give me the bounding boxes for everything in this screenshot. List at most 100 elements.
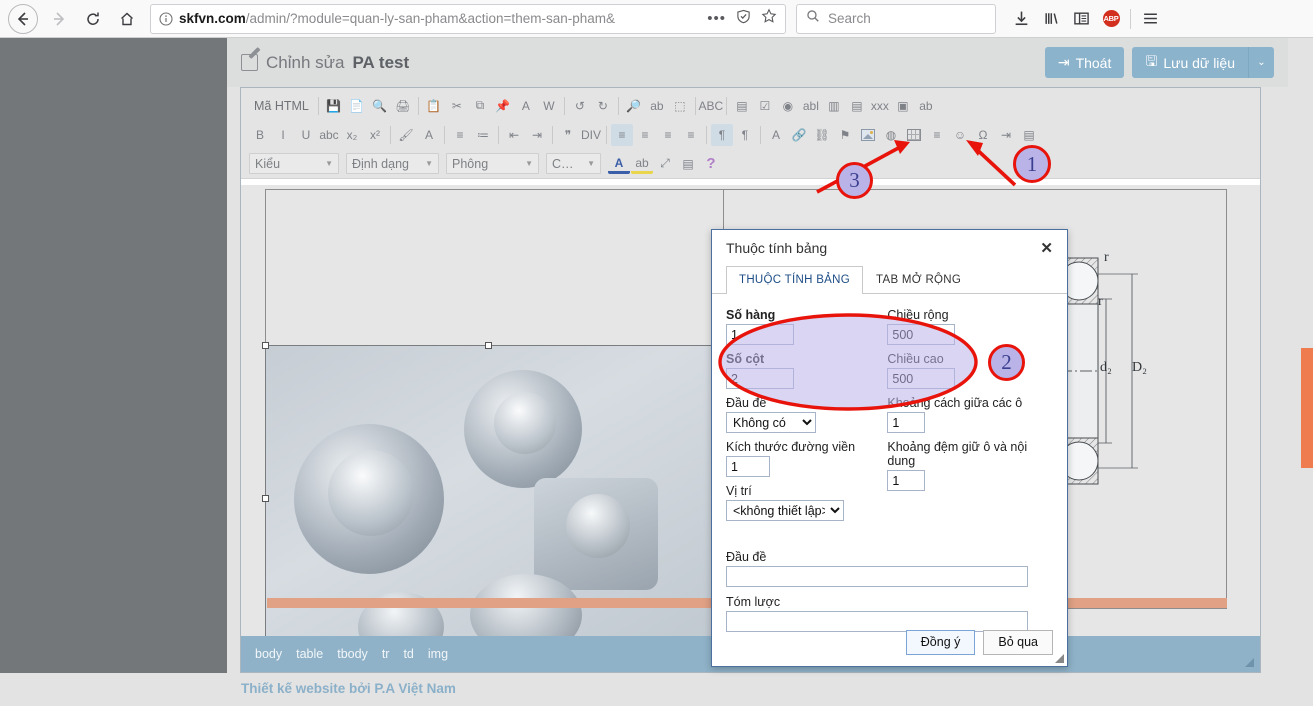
page-break-icon[interactable]: ⇥ (995, 124, 1017, 146)
back-arrow-icon[interactable] (8, 3, 38, 34)
flash-icon[interactable]: ◍ (880, 124, 902, 146)
templates-icon[interactable]: 📋 (423, 95, 445, 117)
path-item-table[interactable]: table (296, 647, 323, 661)
cellspacing-input[interactable] (887, 412, 926, 433)
format-select[interactable]: Định dạng ▼ (346, 153, 439, 174)
image-button-icon[interactable]: ▣ (892, 95, 914, 117)
spellcheck-icon[interactable]: ABC (699, 95, 724, 117)
bold-icon[interactable]: B (249, 124, 271, 146)
font-select[interactable]: Phông ▼ (446, 153, 539, 174)
path-item-td[interactable]: td (403, 647, 413, 661)
table-icon[interactable] (903, 124, 925, 146)
cols-input[interactable] (726, 368, 794, 389)
bg-color-icon[interactable]: ab (631, 155, 653, 174)
resize-handle-tc[interactable] (485, 342, 492, 349)
adblock-plus-icon[interactable]: ABP (1096, 4, 1126, 34)
exit-button[interactable]: ⇥ Thoát (1044, 47, 1125, 78)
source-button[interactable]: Mã HTML (249, 95, 314, 117)
create-div-icon[interactable]: DIV (580, 124, 602, 146)
width-input[interactable] (887, 324, 956, 345)
select-all-icon[interactable]: ⬚ (669, 95, 691, 117)
align-left-icon[interactable]: ≡ (611, 123, 633, 146)
tab-table-properties[interactable]: THUỘC TÍNH BẢNG (726, 266, 863, 294)
star-icon[interactable] (761, 8, 777, 29)
border-input[interactable] (726, 456, 770, 477)
maximize-icon[interactable]: ⤢ (654, 153, 676, 175)
dialog-titlebar[interactable]: Thuộc tính bảng ✕ (712, 230, 1067, 266)
justify-icon[interactable]: ≡ (680, 124, 702, 146)
unlink-icon[interactable]: ⛓ (811, 124, 833, 146)
cancel-button[interactable]: Bỏ qua (983, 629, 1053, 655)
path-item-tbody[interactable]: tbody (337, 647, 368, 661)
dialog-resize-grip[interactable] (1055, 654, 1064, 663)
text-color-icon[interactable]: A (608, 155, 630, 174)
redo-icon[interactable]: ↻ (592, 95, 614, 117)
iframe-icon[interactable]: ▤ (1018, 124, 1040, 146)
reload-icon[interactable] (76, 2, 110, 36)
close-icon[interactable]: ✕ (1040, 239, 1053, 257)
hamburger-menu-icon[interactable] (1135, 4, 1165, 34)
preview-icon[interactable]: 🔍 (369, 95, 391, 117)
caption-input[interactable] (726, 566, 1028, 587)
rtl-icon[interactable]: ¶ (734, 124, 756, 146)
about-icon[interactable]: ? (700, 153, 722, 175)
strike-icon[interactable]: abc (318, 124, 340, 146)
indent-icon[interactable]: ⇥ (526, 124, 548, 146)
paste-icon[interactable]: 📌 (492, 95, 514, 117)
italic-icon[interactable]: I (272, 124, 294, 146)
new-page-icon[interactable]: 📄 (346, 95, 368, 117)
subscript-icon[interactable]: x₂ (341, 124, 363, 146)
save-dropdown-caret[interactable]: ⌄ (1248, 47, 1274, 78)
resize-handle-tl[interactable] (262, 342, 269, 349)
radio-icon[interactable]: ◉ (777, 95, 799, 117)
table-cell-left[interactable] (262, 190, 724, 636)
underline-icon[interactable]: U (295, 124, 317, 146)
copy-format-icon[interactable]: 🖌 (395, 124, 417, 146)
tab-advanced[interactable]: TAB MỞ RỘNG (863, 266, 974, 293)
remove-format-icon[interactable]: A (418, 124, 440, 146)
ok-button[interactable]: Đồng ý (905, 629, 976, 655)
info-circle-icon[interactable] (159, 11, 173, 26)
styles-select[interactable]: Kiểu ▼ (249, 153, 339, 174)
editor-resize-grip[interactable] (1245, 658, 1254, 667)
outdent-icon[interactable]: ⇤ (503, 124, 525, 146)
copy-icon[interactable]: ⧉ (469, 95, 491, 117)
cellpadding-input[interactable] (887, 470, 926, 491)
ltr-icon[interactable]: ¶ (711, 123, 733, 146)
undo-icon[interactable]: ↺ (569, 95, 591, 117)
download-icon[interactable] (1006, 4, 1036, 34)
library-icon[interactable] (1036, 4, 1066, 34)
paste-word-icon[interactable]: W (538, 95, 560, 117)
align-right-icon[interactable]: ≡ (657, 124, 679, 146)
ellipsis-icon[interactable]: ••• (707, 10, 726, 27)
select-field-icon[interactable]: ▤ (846, 95, 868, 117)
save-button[interactable]: 🖫 Lưu dữ liệu (1132, 47, 1248, 78)
textarea-icon[interactable]: ▥ (823, 95, 845, 117)
link-icon[interactable]: 🔗 (788, 124, 810, 146)
search-bar[interactable]: Search (796, 3, 996, 34)
paste-text-icon[interactable]: A (515, 95, 537, 117)
numbered-list-icon[interactable]: ≡ (449, 124, 471, 146)
resize-handle-ml[interactable] (262, 495, 269, 502)
url-bar[interactable]: skfvn.com/admin/?module=quan-ly-san-pham… (150, 3, 786, 34)
path-item-tr[interactable]: tr (382, 647, 390, 661)
horizontal-rule-icon[interactable]: ≡ (926, 124, 948, 146)
checkbox-icon[interactable]: ☑ (754, 95, 776, 117)
forward-arrow-icon[interactable] (42, 2, 76, 36)
height-input[interactable] (887, 368, 956, 389)
textfield-icon[interactable]: abl (800, 95, 822, 117)
path-item-body[interactable]: body (255, 647, 282, 661)
fontsize-select[interactable]: C… ▼ (546, 153, 601, 174)
path-item-img[interactable]: img (428, 647, 448, 661)
selected-image[interactable] (262, 342, 723, 636)
align-center-icon[interactable]: ≡ (634, 124, 656, 146)
find-icon[interactable]: 🔎 (623, 95, 645, 117)
home-icon[interactable] (110, 2, 144, 36)
special-char-icon[interactable]: Ω (972, 124, 994, 146)
cut-icon[interactable]: ✂ (446, 95, 468, 117)
sidebar-icon[interactable] (1066, 4, 1096, 34)
bulleted-list-icon[interactable]: ≔ (472, 124, 494, 146)
blockquote-icon[interactable]: ❞ (557, 124, 579, 146)
save-icon[interactable]: 💾 (323, 95, 345, 117)
print-icon[interactable]: 🖨 (392, 95, 414, 117)
